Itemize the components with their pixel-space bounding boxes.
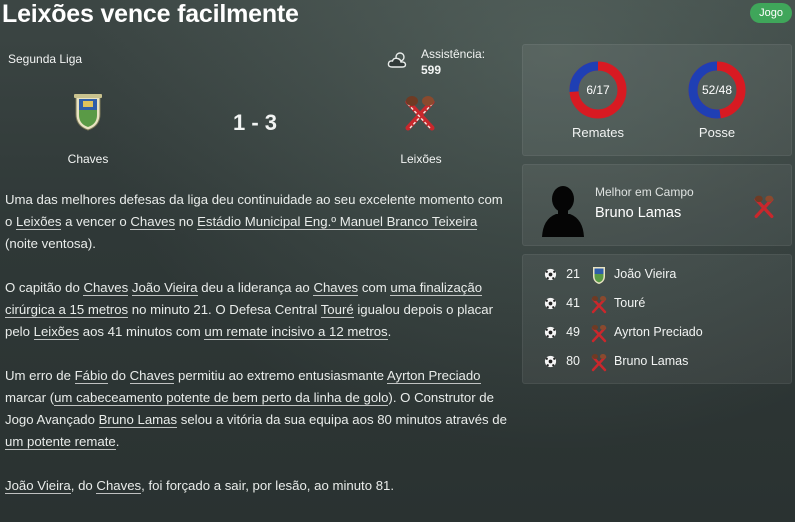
- report-link[interactable]: Bruno Lamas: [98, 412, 178, 428]
- report-paragraph: João Vieira, do Chaves, foi forçado a sa…: [5, 478, 395, 494]
- match-report: Uma das melhores defesas da liga deu con…: [5, 189, 510, 497]
- leixoes-crest-icon: [591, 325, 607, 343]
- match-badge[interactable]: Jogo: [750, 3, 792, 23]
- goal-minute: 41: [566, 296, 580, 310]
- report-link[interactable]: Chaves: [130, 214, 176, 230]
- report-link[interactable]: um remate incisivo a 12 metros: [204, 324, 388, 340]
- goal-event-row[interactable]: 41 Touré: [523, 290, 791, 318]
- report-link[interactable]: Leixões: [33, 324, 80, 340]
- report-paragraph: O capitão do Chaves João Vieira deu a li…: [5, 280, 493, 340]
- football-icon: [544, 326, 557, 339]
- goal-scorer[interactable]: Ayrton Preciado: [614, 325, 703, 339]
- possession-donut[interactable]: 52/48: [686, 59, 748, 121]
- attendance-value: 599: [421, 63, 442, 77]
- shots-donut[interactable]: 6/17: [567, 59, 629, 121]
- match-score: 1 - 3: [232, 110, 278, 135]
- league-name[interactable]: Segunda Liga: [8, 52, 82, 66]
- goal-event-row[interactable]: 21 João Vieira: [523, 261, 791, 289]
- goal-minute: 21: [566, 267, 580, 281]
- leixoes-crest-icon: [754, 195, 774, 219]
- report-link[interactable]: Chaves: [313, 280, 359, 296]
- possession-value: 52/48: [701, 83, 733, 97]
- goal-minute: 80: [566, 354, 580, 368]
- report-paragraph: Uma das melhores defesas da liga deu con…: [5, 192, 503, 251]
- leixoes-crest-icon[interactable]: [402, 92, 438, 132]
- possession-label: Posse: [698, 125, 736, 140]
- report-paragraph: Um erro de Fábio do Chaves permitiu ao e…: [5, 368, 507, 450]
- report-link[interactable]: Estádio Municipal Eng.º Manuel Branco Te…: [197, 214, 478, 230]
- report-link[interactable]: uma finalização cirúrgica a 15 metros: [5, 280, 483, 318]
- report-link[interactable]: um potente remate: [5, 434, 116, 450]
- player-silhouette-icon: [542, 186, 584, 237]
- away-team-name[interactable]: Leixões: [371, 152, 471, 166]
- goal-scorer[interactable]: Touré: [614, 296, 645, 310]
- report-link[interactable]: Chaves: [129, 368, 175, 384]
- report-link[interactable]: Chaves: [96, 478, 142, 494]
- report-link[interactable]: João Vieira: [5, 478, 71, 494]
- football-icon: [544, 355, 557, 368]
- motm-player-name[interactable]: Bruno Lamas: [595, 205, 681, 221]
- report-link[interactable]: Leixões: [16, 214, 62, 230]
- goal-scorer[interactable]: João Vieira: [614, 267, 676, 281]
- goal-events-panel: 21 João Vieira 41 Touré 49 Ayrton Precia…: [522, 254, 792, 384]
- cloud-icon: [387, 52, 407, 68]
- report-link[interactable]: um cabeceamento potente de bem perto da …: [54, 390, 389, 406]
- match-stats-panel: 6/17 Remates 52/48 Posse: [522, 44, 792, 156]
- report-link[interactable]: João Vieira: [131, 280, 198, 296]
- attendance-label: Assistência:: [421, 47, 486, 61]
- motm-label: Melhor em Campo: [595, 185, 694, 199]
- football-icon: [544, 297, 557, 310]
- shots-label: Remates: [571, 125, 625, 140]
- leixoes-crest-icon: [591, 296, 607, 314]
- report-link[interactable]: Touré: [320, 302, 354, 318]
- match-headline: Leixões vence facilmente: [2, 0, 299, 28]
- report-link[interactable]: Fábio: [74, 368, 108, 384]
- shots-value: 6/17: [586, 83, 610, 97]
- goal-event-row[interactable]: 49 Ayrton Preciado: [523, 319, 791, 347]
- report-link[interactable]: Chaves: [83, 280, 129, 296]
- report-link[interactable]: Ayrton Preciado: [386, 368, 481, 384]
- goal-minute: 49: [566, 325, 580, 339]
- man-of-the-match-panel[interactable]: Melhor em Campo Bruno Lamas: [522, 164, 792, 246]
- goal-scorer[interactable]: Bruno Lamas: [614, 354, 688, 368]
- goal-event-row[interactable]: 80 Bruno Lamas: [523, 348, 791, 376]
- chaves-crest-icon: [593, 267, 605, 284]
- chaves-crest-icon[interactable]: [70, 92, 106, 132]
- leixoes-crest-icon: [591, 354, 607, 372]
- home-team-name[interactable]: Chaves: [38, 152, 138, 166]
- football-icon: [544, 268, 557, 281]
